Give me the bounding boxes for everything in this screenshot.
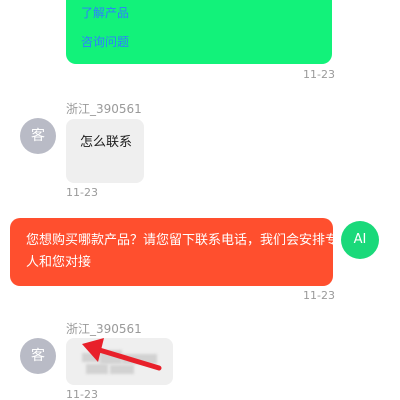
avatar-label: 客 bbox=[31, 348, 45, 364]
customer-avatar[interactable]: 客 bbox=[20, 338, 56, 374]
redacted-text bbox=[82, 353, 100, 362]
redacted-text bbox=[122, 354, 157, 364]
customer-avatar[interactable]: 客 bbox=[20, 118, 56, 154]
ai-avatar[interactable]: AI bbox=[341, 221, 379, 259]
message-timestamp: 11-23 bbox=[303, 68, 335, 81]
avatar-label: 客 bbox=[31, 128, 45, 144]
redacted-text bbox=[86, 364, 108, 374]
bot-reply-bubble bbox=[10, 218, 333, 286]
avatar-label: AI bbox=[353, 232, 367, 247]
chat-screen: 了解产品 咨询问题 11-23 浙江_390561 客 怎么联系 11-23 您… bbox=[0, 0, 400, 400]
redacted-text bbox=[100, 350, 122, 364]
bot-reply-line-2: 人和您对接 bbox=[26, 255, 92, 270]
user-message-text: 怎么联系 bbox=[80, 135, 133, 150]
redacted-text bbox=[110, 365, 134, 374]
quick-link-learn-products[interactable]: 了解产品 bbox=[81, 6, 129, 20]
user-message-bubble bbox=[66, 119, 144, 183]
sender-name: 浙江_390561 bbox=[66, 102, 142, 116]
quick-link-ask-question[interactable]: 咨询问题 bbox=[81, 35, 129, 49]
bot-reply-line-1: 您想购买哪款产品？请您留下联系电话，我们会安排专 bbox=[26, 233, 339, 248]
message-timestamp: 11-23 bbox=[66, 388, 98, 400]
sender-name: 浙江_390561 bbox=[66, 322, 142, 336]
message-timestamp: 11-23 bbox=[303, 289, 335, 302]
message-timestamp: 11-23 bbox=[66, 186, 98, 199]
